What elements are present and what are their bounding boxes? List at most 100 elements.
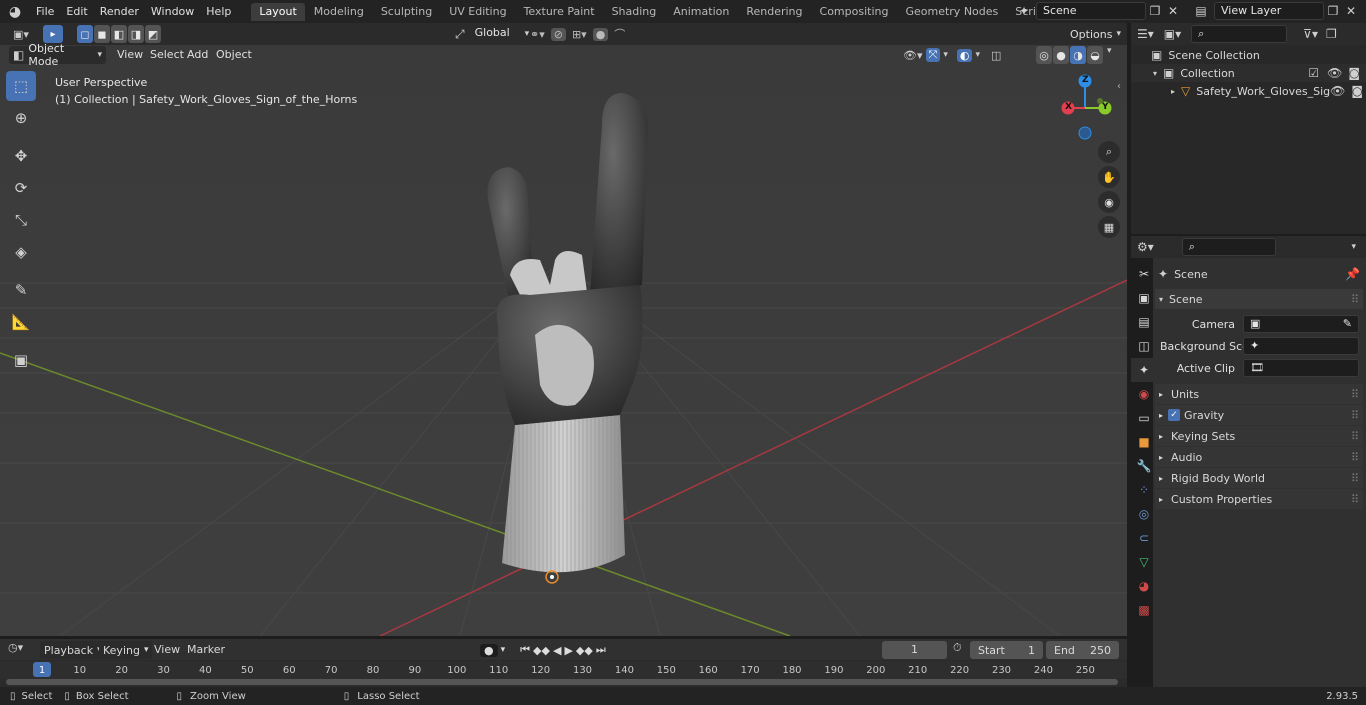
physics-tab-icon[interactable]: ◎ <box>1131 502 1157 526</box>
timeline-menu-view[interactable]: View <box>154 643 180 656</box>
viewport[interactable]: User Perspective (1) Collection | Safety… <box>0 23 1127 636</box>
expand-arrow-icon[interactable]: ▸ <box>1171 87 1175 96</box>
subpanel-custom-properties[interactable]: ▸ Custom Properties ⠿ <box>1155 489 1363 509</box>
timeline-scrollbar[interactable] <box>6 679 1118 685</box>
scale-tool-icon[interactable]: ⤡ <box>6 205 36 235</box>
solid-shading-icon[interactable]: ● <box>1053 46 1069 64</box>
tab-compositing[interactable]: Compositing <box>812 3 897 21</box>
scene-tab-icon[interactable]: ✦ <box>1131 358 1157 382</box>
pan-viewport-icon[interactable]: ✋ <box>1098 166 1120 188</box>
preview-range-icon[interactable]: ⏱ <box>953 641 962 655</box>
pin-icon[interactable]: 📌 <box>1345 267 1360 281</box>
drag-handle-icon[interactable]: ⠿ <box>1351 388 1359 401</box>
menu-render[interactable]: Render <box>94 0 145 23</box>
pivot-snap-group[interactable]: ⚭▾ ⊘ ⊞▾ ● ⌒ <box>530 25 625 43</box>
menu-file[interactable]: File <box>30 0 60 23</box>
proportional-edit-icon[interactable]: ● <box>592 27 609 41</box>
viewport-menu-view[interactable]: View <box>117 48 143 61</box>
play-reverse-icon[interactable]: ◀ <box>553 644 561 657</box>
scene-panel-header[interactable]: ▾ Scene ⠿ <box>1155 289 1363 309</box>
eyedropper-icon[interactable]: ✎ <box>1343 316 1352 332</box>
prev-keyframe-icon[interactable]: ◆◆ <box>533 644 550 657</box>
rotate-tool-icon[interactable]: ⟳ <box>6 173 36 203</box>
next-keyframe-icon[interactable]: ◆◆ <box>576 644 593 657</box>
zoom-viewport-icon[interactable]: ⌕ <box>1098 141 1120 163</box>
select-box-tool-icon[interactable]: ⬚ <box>6 71 36 101</box>
filter-icon[interactable]: ⊽▾ <box>1303 27 1318 41</box>
tab-modeling[interactable]: Modeling <box>306 3 372 21</box>
orientation-dropdown[interactable]: Global <box>468 25 521 43</box>
render-tab-icon[interactable]: ▣ <box>1131 286 1157 310</box>
play-icon[interactable]: ▶ <box>564 644 572 657</box>
wireframe-shading-icon[interactable]: ◎ <box>1036 46 1052 64</box>
timeline-menu-keying[interactable]: Keying ▾ <box>99 641 153 659</box>
view-layer-field[interactable]: View Layer <box>1214 2 1324 20</box>
copy-scene-icon[interactable]: ❐ <box>1146 4 1164 18</box>
tab-rendering[interactable]: Rendering <box>738 3 810 21</box>
jump-end-icon[interactable]: ⏭ <box>596 643 606 657</box>
mode-dropdown[interactable]: ◧ Object Mode ▾ <box>9 42 106 68</box>
timeline-menu-playback[interactable]: Playback▾ <box>40 641 106 659</box>
subpanel-audio[interactable]: ▸ Audio ⠿ <box>1155 447 1363 467</box>
object-tab-icon[interactable]: ■ <box>1131 430 1157 454</box>
tab-layout[interactable]: Layout <box>251 3 305 21</box>
auto-keying-icon[interactable]: ● <box>480 643 498 657</box>
pivot-icon[interactable]: ⚭▾ <box>530 28 545 41</box>
drag-handle-icon[interactable]: ⠿ <box>1351 451 1359 464</box>
outliner-row-collection[interactable]: ▾ ▣ Collection ☑ 👁 ◙ <box>1131 64 1366 82</box>
tool-select-icon[interactable]: ▸ <box>43 25 63 43</box>
move-tool-icon[interactable]: ✥ <box>6 141 36 171</box>
texture-tab-icon[interactable]: ▩ <box>1131 598 1157 622</box>
expand-arrow-icon[interactable]: ▾ <box>1153 69 1157 78</box>
snap-icon[interactable]: ⊘ <box>550 27 566 41</box>
chevron-down-icon[interactable]: ▾ <box>1351 242 1356 252</box>
menu-window[interactable]: Window <box>145 0 200 23</box>
blender-logo-icon[interactable]: ◕ <box>0 0 30 23</box>
tab-sculpting[interactable]: Sculpting <box>373 3 440 21</box>
data-tab-icon[interactable]: ▽ <box>1131 550 1157 574</box>
transform-tool-icon[interactable]: ◈ <box>6 237 36 267</box>
glove-model[interactable] <box>470 85 710 585</box>
camera-render-icon[interactable]: ◙ <box>1348 66 1360 80</box>
overlays-toggle-icon[interactable]: ◐ <box>956 48 973 62</box>
particles-tab-icon[interactable]: ⁘ <box>1131 478 1157 502</box>
select-subtract-icon[interactable]: ◧ <box>111 25 127 43</box>
view-layer-tab-icon[interactable]: ◫ <box>1131 334 1157 358</box>
drag-handle-icon[interactable]: ⠿ <box>1351 430 1359 443</box>
timeline-menu-marker[interactable]: Marker <box>187 643 225 656</box>
drag-handle-icon[interactable]: ⠿ <box>1351 293 1359 306</box>
selection-mode-group[interactable]: ◻ ◼ ◧ ◨ ◩ <box>77 25 163 43</box>
camera-render-icon[interactable]: ◙ <box>1351 84 1363 98</box>
end-frame-field[interactable]: End 250 <box>1046 641 1119 659</box>
sidebar-toggle-icon[interactable]: ‹ <box>1117 81 1121 92</box>
properties-editor-icon[interactable]: ⚙▾ <box>1137 240 1154 254</box>
tab-texture-paint[interactable]: Texture Paint <box>516 3 603 21</box>
orthographic-toggle-icon[interactable]: ▦ <box>1098 216 1120 238</box>
annotate-tool-icon[interactable]: ✎ <box>6 275 36 305</box>
start-frame-field[interactable]: Start 1 <box>970 641 1043 659</box>
close-view-layer-icon[interactable]: ✕ <box>1342 4 1360 18</box>
eye-icon[interactable]: 👁 <box>1327 66 1342 80</box>
tab-geometry-nodes[interactable]: Geometry Nodes <box>897 3 1006 21</box>
select-invert-icon[interactable]: ◨ <box>128 25 144 43</box>
menu-help[interactable]: Help <box>200 0 237 23</box>
xray-toggle-icon[interactable]: ◫ <box>991 49 1001 62</box>
gizmo-toggle-icon[interactable]: ⤧ <box>925 48 941 62</box>
close-scene-icon[interactable]: ✕ <box>1164 4 1182 18</box>
world-tab-icon[interactable]: ◉ <box>1131 382 1157 406</box>
select-new-icon[interactable]: ◻ <box>77 25 93 43</box>
view-layer-selector[interactable]: ▤ View Layer ❐ ✕ <box>1188 2 1364 20</box>
timeline-editor-icon[interactable]: ◷▾ <box>8 641 23 654</box>
copy-view-layer-icon[interactable]: ❐ <box>1324 4 1342 18</box>
tab-animation[interactable]: Animation <box>665 3 737 21</box>
cursor-tool-icon[interactable]: ⊕ <box>6 103 36 133</box>
exclude-checkbox-icon[interactable]: ☑ <box>1308 66 1319 80</box>
subpanel-gravity[interactable]: ▸ ✓ Gravity ⠿ <box>1155 405 1363 425</box>
tab-shading[interactable]: Shading <box>604 3 665 21</box>
drag-handle-icon[interactable]: ⠿ <box>1351 409 1359 422</box>
drag-handle-icon[interactable]: ⠿ <box>1351 472 1359 485</box>
rendered-shading-icon[interactable]: ◒ <box>1087 46 1103 64</box>
material-tab-icon[interactable]: ◕ <box>1131 574 1157 598</box>
outliner-row-scene-collection[interactable]: ▣ Scene Collection <box>1131 46 1366 64</box>
subpanel-rigid-body-world[interactable]: ▸ Rigid Body World ⠿ <box>1155 468 1363 488</box>
